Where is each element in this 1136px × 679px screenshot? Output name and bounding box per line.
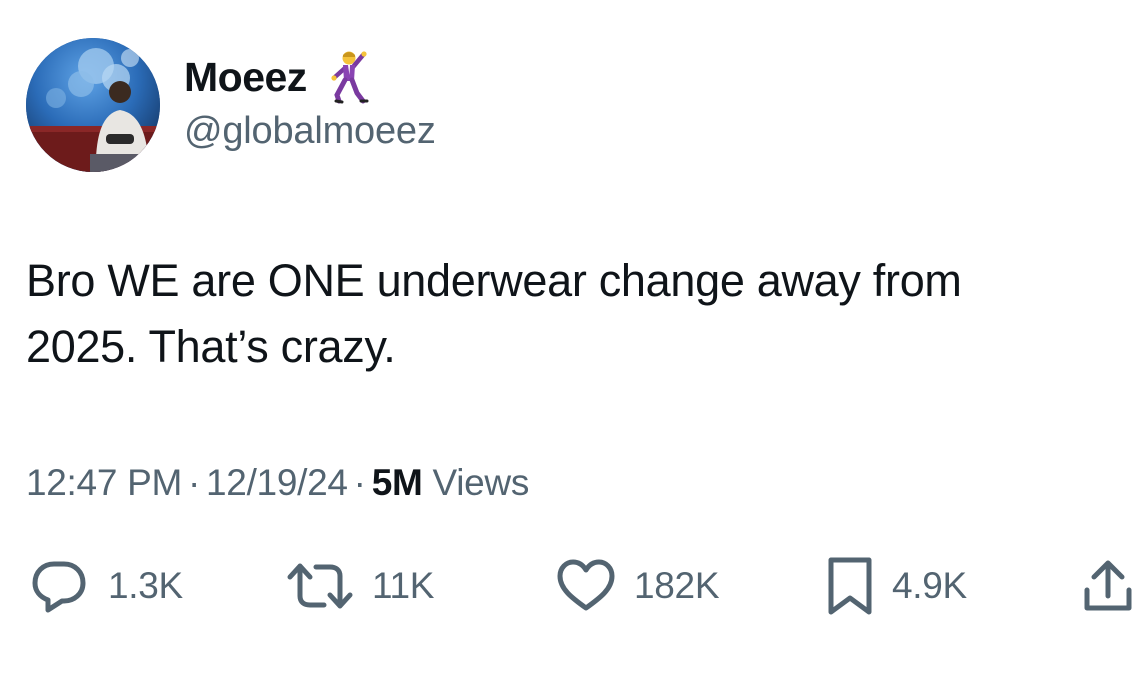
repost-icon — [287, 563, 353, 609]
avatar[interactable] — [26, 38, 160, 172]
author-name-row: Moeez — [184, 49, 371, 105]
like-button[interactable]: 182K — [556, 556, 720, 616]
dancing-man-emoji-icon — [325, 49, 371, 105]
like-count: 182K — [634, 565, 720, 606]
views-count: 5M — [371, 462, 423, 503]
tweet-text-line: 2025. That’s crazy. — [26, 321, 396, 372]
display-name[interactable]: Moeez — [184, 54, 307, 101]
bookmark-count: 4.9K — [892, 565, 967, 606]
repost-count: 11K — [372, 565, 435, 606]
tweet-date[interactable]: 12/19/24 — [206, 462, 348, 503]
share-button[interactable] — [1082, 556, 1134, 616]
tweet-text-line: Bro WE are ONE underwear change away fro… — [26, 255, 962, 306]
tweet-actions: 1.3K 11K 182K 4.9K — [0, 556, 1136, 616]
author-handle[interactable]: @globalmoeez — [184, 110, 436, 153]
repost-button[interactable]: 11K — [286, 556, 435, 616]
tweet-time[interactable]: 12:47 PM — [26, 462, 182, 503]
tweet-meta: 12:47 PM · 12/19/24 · 5M Views — [26, 462, 529, 504]
avatar-image — [26, 38, 160, 172]
separator: · — [353, 462, 366, 503]
reply-count: 1.3K — [108, 565, 183, 606]
reply-icon — [32, 561, 86, 613]
reply-button[interactable]: 1.3K — [28, 556, 183, 616]
share-icon — [1084, 560, 1132, 611]
bookmark-button[interactable]: 4.9K — [826, 556, 967, 616]
tweet-text: Bro WE are ONE underwear change away fro… — [26, 248, 1116, 380]
separator: · — [187, 462, 201, 503]
views-label: Views — [432, 462, 530, 503]
heart-icon — [557, 559, 615, 611]
bookmark-icon — [828, 557, 872, 615]
